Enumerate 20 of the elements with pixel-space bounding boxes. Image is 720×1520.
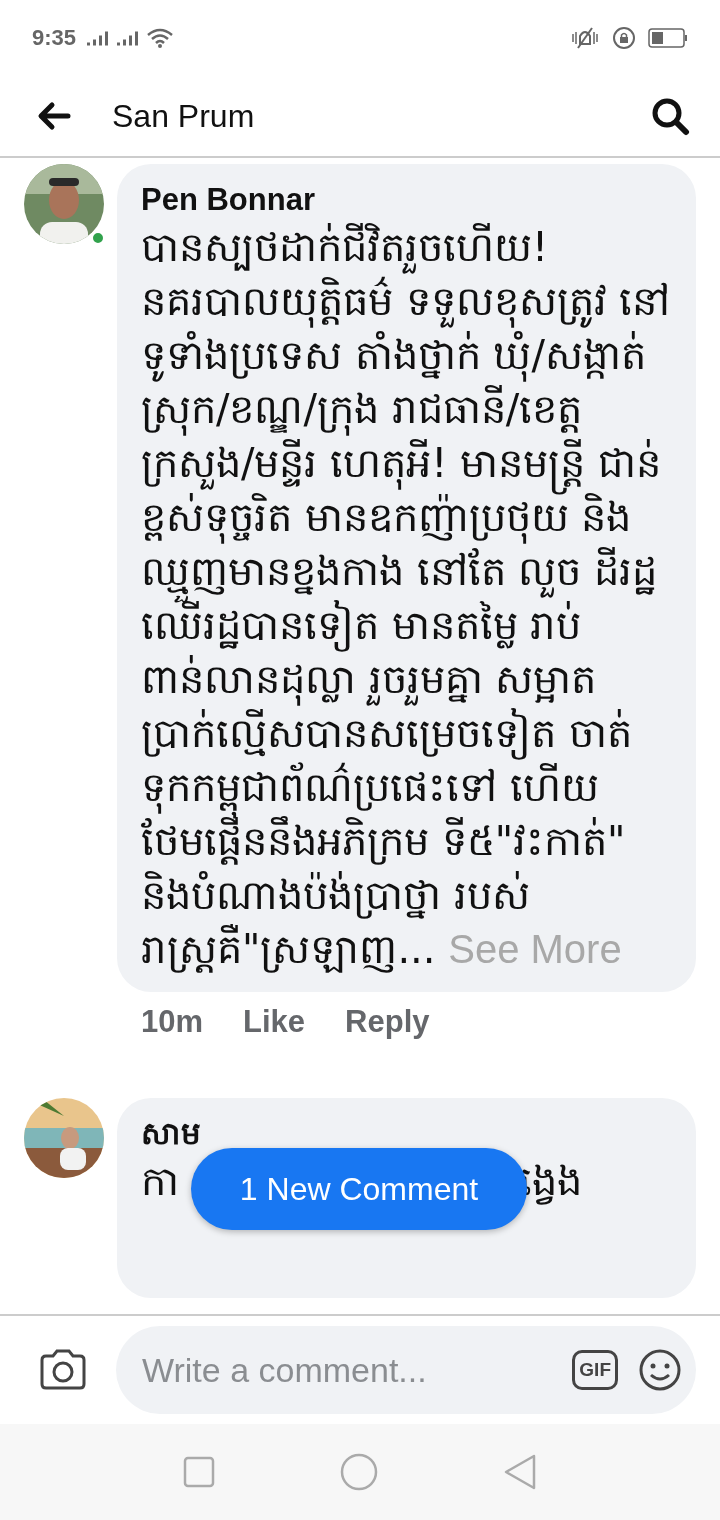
comment-text: កា [141,1157,179,1206]
status-time: 9:35 [32,25,77,51]
wifi-icon [146,27,175,49]
camera-button[interactable] [38,1348,88,1392]
reply-button[interactable]: Reply [345,1004,430,1040]
comment-time: 10m [141,1004,204,1040]
signal-icon [86,29,111,47]
back-button[interactable] [36,101,72,131]
comment-text: បានស្បថដាក់ជីវិតរួចហើយ! នគរបាលយុត្តិធម៌ ទទួលខុសត្រូវ នៅ ទូទាំងប្រទេស តាំងថ្នាក់ ឃុំ/សង្កាត់ ស្រុក/ខណ្ឌ/ក្រុង រាជធានី/ខេត្ត ក្រសួង/មន្ទីរ ហេតុអី! មានមន្ត្រី ជាន់ខ្ពស់ទុច្ចរិត មានឧកញ៉ាប្រថុយ និងឈ្មួញមានខ្នងកាង នៅតែ លួច ដីរដ្ឋ ឈើរដ្ឋបានទៀត មានតម្លៃ រាប់ពាន់លានដុល្លា រួចរួមគ្នា សម្អាត ប្រាក់ល្មើសបានសម្រេចទៀត ចាត់ទុកកម្ពុជាព័ណ៌ប្រផេះទៅ ហើយ ថែមផ្តើននឹងអភិក្រម ទី៥"វះកាត់" និងបំណាងប៉ង់ប្រាថ្នា របស់រាស្ត្រគឺ"ស្រឡាញ... See More [141,222,672,975]
battery-icon [648,28,688,48]
like-button[interactable]: Like [243,1004,306,1040]
comment-author[interactable]: Pen Bonnar [141,180,315,220]
comment-input-field[interactable]: Write a comment... GIF [116,1326,696,1414]
muted-bell-icon [570,26,600,50]
signal-icon [116,29,141,47]
gif-button[interactable]: GIF [572,1350,618,1390]
rotation-lock-icon [612,26,636,50]
search-button[interactable] [650,96,690,136]
page-title: San Prum [112,97,256,135]
emoji-button[interactable] [638,1348,682,1392]
